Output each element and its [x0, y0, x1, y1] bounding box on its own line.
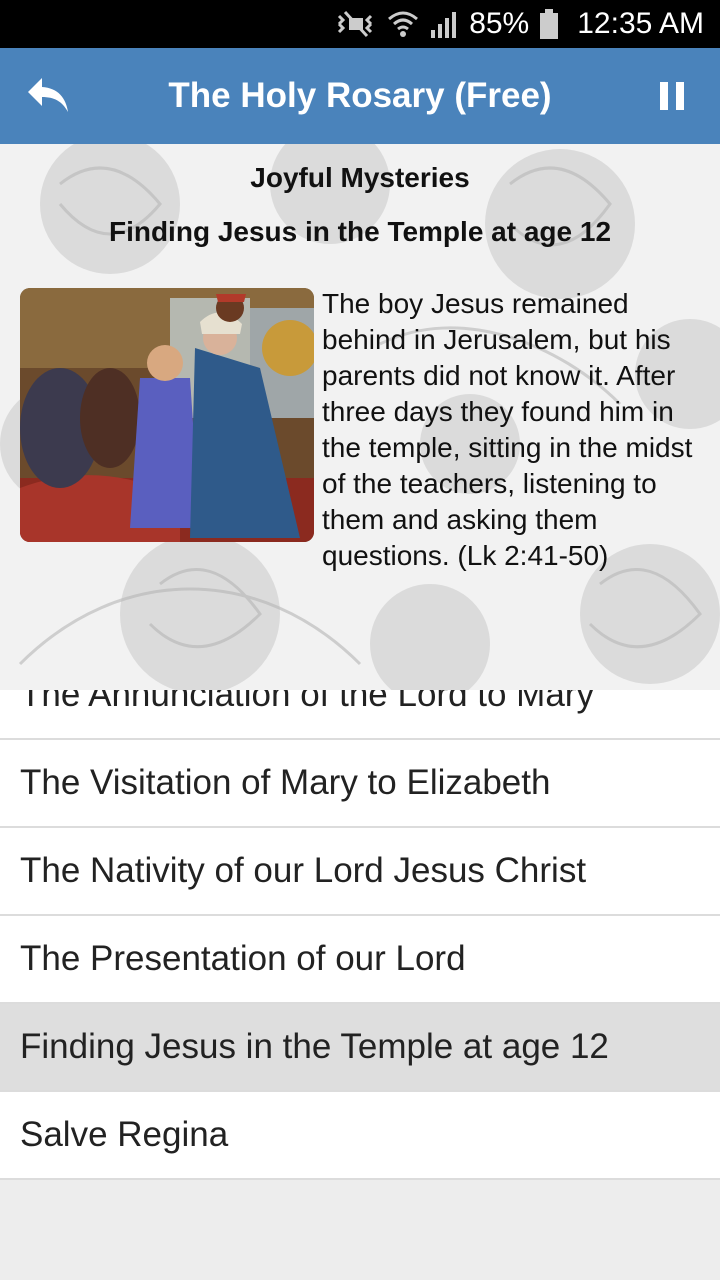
mystery-text: The boy Jesus remained behind in Jerusal…: [322, 288, 693, 571]
list-item[interactable]: Salve Regina: [0, 1092, 720, 1180]
list-item-selected[interactable]: Finding Jesus in the Temple at age 12: [0, 1004, 720, 1092]
back-button[interactable]: [26, 76, 70, 116]
mute-icon: [338, 10, 373, 38]
pause-icon: [660, 82, 684, 110]
mystery-title: Finding Jesus in the Temple at age 12: [108, 216, 612, 247]
app-title: The Holy Rosary (Free): [168, 76, 552, 115]
mysteries-list: The Annunciation of the Lord to Mary The…: [0, 652, 720, 1180]
list-item[interactable]: The Visitation of Mary to Elizabeth: [0, 740, 720, 828]
wifi-icon: [388, 11, 419, 37]
mystery-painting: [20, 288, 314, 542]
signal-icon: [431, 12, 457, 38]
empty-area: [0, 1180, 720, 1280]
mystery-panel: Joyful Mysteries Finding Jesus in the Te…: [0, 144, 720, 690]
status-bar: 85% 12:35 AM: [0, 0, 720, 48]
list-item-label: Salve Regina: [20, 1115, 229, 1154]
list-item-label: The Visitation of Mary to Elizabeth: [20, 763, 551, 802]
clock: 12:35 AM: [577, 7, 704, 40]
pause-button[interactable]: [658, 80, 686, 112]
list-item[interactable]: The Presentation of our Lord: [0, 916, 720, 1004]
app-bar: The Holy Rosary (Free): [0, 48, 720, 144]
battery-icon: [540, 9, 559, 39]
list-item-label: Finding Jesus in the Temple at age 12: [20, 1027, 609, 1066]
list-item-label: The Nativity of our Lord Jesus Christ: [20, 851, 587, 890]
battery-percentage: 85%: [469, 7, 530, 40]
list-item-label: The Presentation of our Lord: [20, 939, 466, 978]
list-item[interactable]: The Nativity of our Lord Jesus Christ: [0, 828, 720, 916]
mystery-group-heading: Joyful Mysteries: [250, 162, 470, 193]
reply-arrow-icon: [28, 78, 68, 112]
